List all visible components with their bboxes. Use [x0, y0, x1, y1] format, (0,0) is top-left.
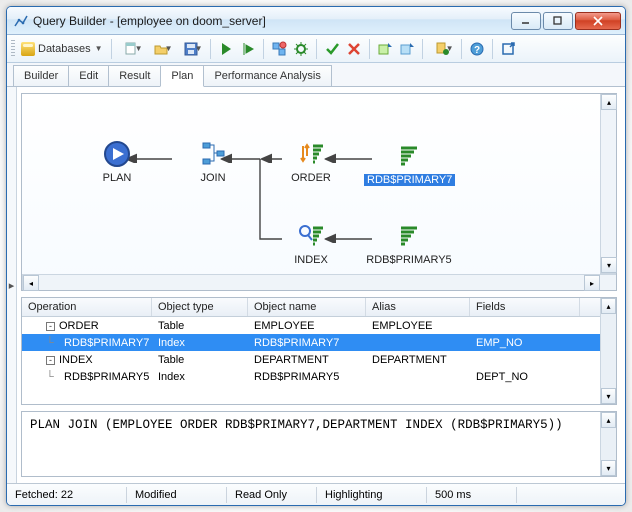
- diagram-hscrollbar[interactable]: ◂ ▸: [22, 274, 616, 290]
- statusbar: Fetched: 22 Modified Read Only Highlight…: [7, 483, 625, 505]
- run-button[interactable]: [216, 39, 236, 59]
- plan-icon: [103, 140, 131, 168]
- col-object-type[interactable]: Object type: [152, 298, 248, 316]
- open-button[interactable]: ▼: [147, 39, 175, 59]
- plan-node-rdbprimary7[interactable]: RDB$PRIMARY7: [364, 142, 454, 186]
- table-row[interactable]: -INDEXTableDEPARTMENTDEPARTMENT: [22, 351, 600, 368]
- toolbar: Databases ▼ ▼ ▼ ▼ ▼ ?: [7, 35, 625, 63]
- rdbprimary5-node-label: RDB$PRIMARY5: [364, 254, 454, 266]
- table-row[interactable]: └ RDB$PRIMARY7IndexRDB$PRIMARY7EMP_NO: [22, 334, 600, 351]
- tab-result[interactable]: Result: [108, 65, 161, 86]
- app-window: Query Builder - [employee on doom_server…: [6, 6, 626, 506]
- grid-vscrollbar[interactable]: ▴▾: [600, 298, 616, 404]
- database-icon: [21, 42, 35, 56]
- status-fetched: Fetched: 22: [7, 487, 127, 503]
- tool-settings-button[interactable]: [291, 39, 311, 59]
- plan-node-label: PLAN: [72, 172, 162, 184]
- new-query-button[interactable]: ▼: [117, 39, 145, 59]
- chevron-down-icon: ▼: [94, 44, 104, 53]
- status-readonly: Read Only: [227, 487, 317, 503]
- plan-node-join[interactable]: JOIN: [168, 140, 258, 184]
- diagram-vscrollbar[interactable]: ▴ ▾: [600, 94, 616, 274]
- restore-window-button[interactable]: [498, 39, 518, 59]
- run-current-button[interactable]: [238, 39, 258, 59]
- plan-node-rdbprimary5[interactable]: RDB$PRIMARY5: [364, 222, 454, 266]
- col-object-name[interactable]: Object name: [248, 298, 366, 316]
- join-node-label: JOIN: [168, 172, 258, 184]
- index-stat-icon-2: [395, 222, 423, 250]
- col-fields[interactable]: Fields: [470, 298, 580, 316]
- col-alias[interactable]: Alias: [366, 298, 470, 316]
- plan-node-index[interactable]: INDEX: [266, 222, 356, 266]
- plan-grid: Operation Object type Object name Alias …: [21, 297, 617, 405]
- tabstrip: Builder Edit Result Plan Performance Ana…: [7, 63, 625, 87]
- workarea: ▸ PLAN JOIN: [7, 87, 625, 483]
- table-row[interactable]: └ RDB$PRIMARY5IndexRDB$PRIMARY5DEPT_NO: [22, 368, 600, 385]
- status-time: 500 ms: [427, 487, 517, 503]
- commit-button[interactable]: [322, 39, 342, 59]
- plan-node-order[interactable]: ORDER: [266, 140, 356, 184]
- grid-body[interactable]: -ORDERTableEMPLOYEEEMPLOYEE└ RDB$PRIMARY…: [22, 317, 600, 385]
- index-stat-icon: [395, 142, 423, 170]
- col-operation[interactable]: Operation: [22, 298, 152, 316]
- save-button[interactable]: ▼: [177, 39, 205, 59]
- tab-edit[interactable]: Edit: [68, 65, 109, 86]
- export-button-2[interactable]: [397, 39, 417, 59]
- status-modified: Modified: [127, 487, 227, 503]
- help-button[interactable]: ?: [467, 39, 487, 59]
- plan-diagram[interactable]: PLAN JOIN ORDER RDB$PRIMARY7: [21, 93, 617, 291]
- sql-plan-panel: PLAN JOIN (EMPLOYEE ORDER RDB$PRIMARY7,D…: [21, 411, 617, 477]
- grid-header: Operation Object type Object name Alias …: [22, 298, 600, 317]
- tab-plan[interactable]: Plan: [160, 65, 204, 87]
- svg-text:?: ?: [473, 45, 479, 56]
- tool-button-1[interactable]: [269, 39, 289, 59]
- close-button[interactable]: [575, 12, 621, 30]
- status-highlighting: Highlighting: [317, 487, 427, 503]
- export-button-1[interactable]: [375, 39, 395, 59]
- titlebar: Query Builder - [employee on doom_server…: [7, 7, 625, 35]
- toolbar-grip[interactable]: [11, 40, 15, 58]
- sql-plan-text[interactable]: PLAN JOIN (EMPLOYEE ORDER RDB$PRIMARY7,D…: [22, 412, 600, 476]
- join-icon: [199, 140, 227, 168]
- order-icon: [297, 140, 325, 168]
- table-row[interactable]: -ORDERTableEMPLOYEEEMPLOYEE: [22, 317, 600, 334]
- app-icon: [13, 13, 29, 29]
- vertical-splitter[interactable]: ▸: [7, 87, 17, 483]
- databases-label: Databases: [38, 43, 91, 55]
- order-node-label: ORDER: [266, 172, 356, 184]
- rollback-button[interactable]: [344, 39, 364, 59]
- status-spacer: [517, 493, 625, 497]
- index-icon: [297, 222, 325, 250]
- tab-builder[interactable]: Builder: [13, 65, 69, 86]
- favorites-button[interactable]: ▼: [428, 39, 456, 59]
- tab-performance[interactable]: Performance Analysis: [203, 65, 331, 86]
- index-node-label: INDEX: [266, 254, 356, 266]
- rdbprimary7-node-label: RDB$PRIMARY7: [364, 174, 455, 186]
- maximize-button[interactable]: [543, 12, 573, 30]
- databases-dropdown[interactable]: Databases ▼: [19, 42, 106, 56]
- plan-node-plan[interactable]: PLAN: [72, 140, 162, 184]
- window-title: Query Builder - [employee on doom_server…: [33, 14, 509, 28]
- sql-vscrollbar[interactable]: ▴▾: [600, 412, 616, 476]
- minimize-button[interactable]: [511, 12, 541, 30]
